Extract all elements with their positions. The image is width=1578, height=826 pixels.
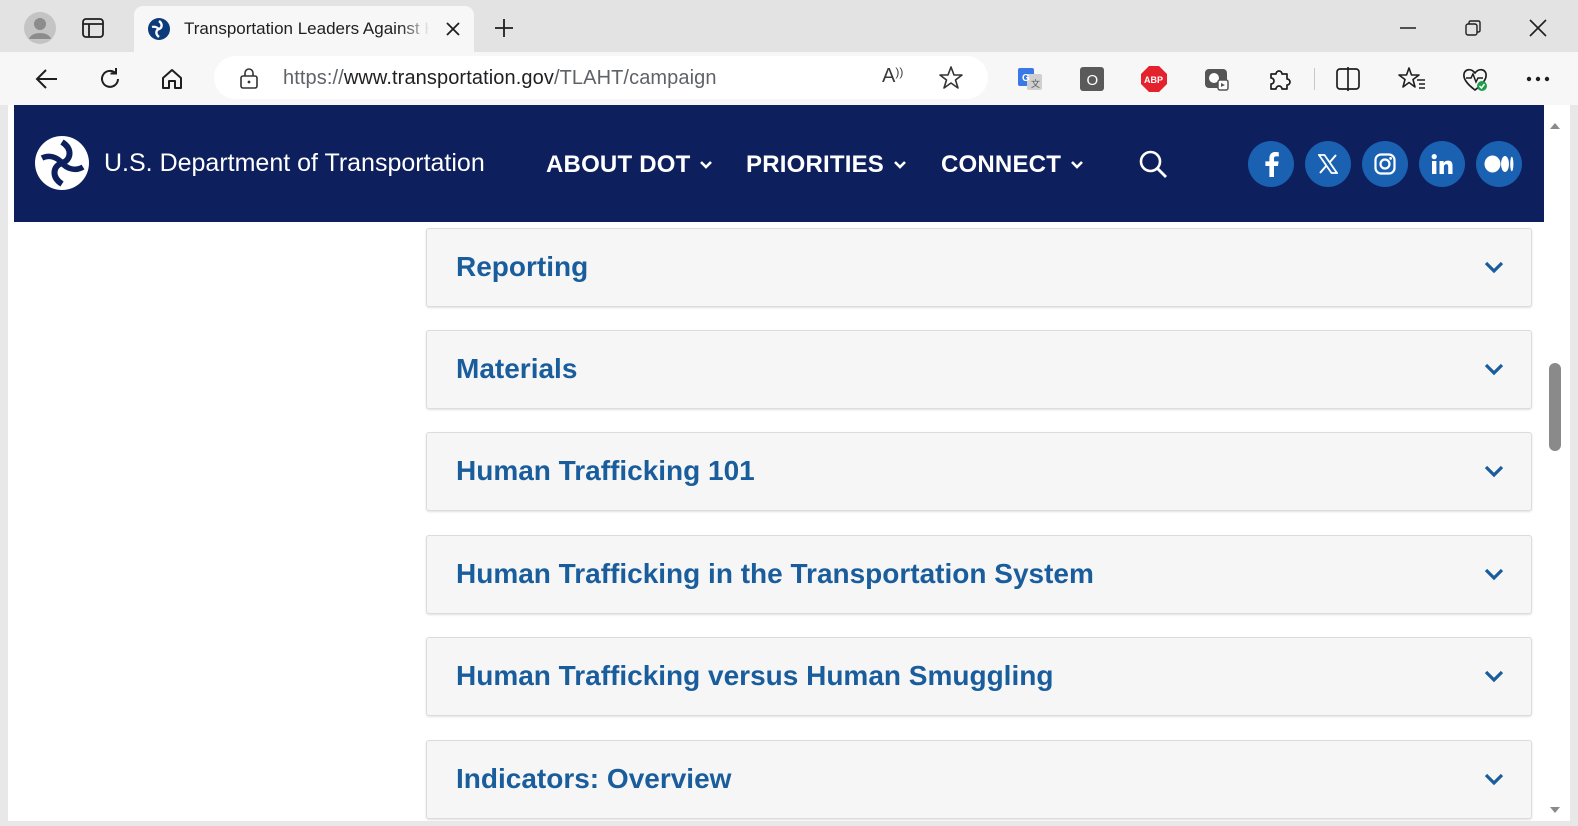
minimize-icon[interactable] bbox=[1390, 10, 1426, 46]
site-info-lock-icon[interactable] bbox=[238, 67, 260, 89]
svg-text:ABP: ABP bbox=[1144, 75, 1163, 85]
chevron-down-icon bbox=[1483, 359, 1505, 381]
tab-actions-icon[interactable] bbox=[76, 12, 110, 44]
browser-tab-bar: Transportation Leaders Against Human Tra… bbox=[0, 0, 1578, 52]
favorites-icon[interactable] bbox=[1398, 65, 1426, 93]
medium-icon[interactable] bbox=[1476, 141, 1522, 187]
browser-essentials-icon[interactable] bbox=[1461, 65, 1489, 93]
favorite-star-icon[interactable] bbox=[938, 65, 966, 91]
window-close-icon[interactable] bbox=[1520, 10, 1556, 46]
chevron-down-icon bbox=[1070, 160, 1084, 170]
adblock-plus-icon[interactable]: ABP bbox=[1140, 65, 1168, 93]
tab-close-icon[interactable] bbox=[440, 16, 466, 42]
outline-extension-icon[interactable]: O bbox=[1078, 65, 1106, 93]
chevron-down-icon bbox=[1483, 461, 1505, 483]
site-name[interactable]: U.S. Department of Transportation bbox=[104, 149, 485, 178]
x-twitter-icon[interactable] bbox=[1305, 141, 1351, 187]
active-tab[interactable]: Transportation Leaders Against Human Tra… bbox=[134, 6, 474, 52]
back-icon[interactable] bbox=[28, 60, 66, 98]
chevron-down-icon bbox=[1483, 564, 1505, 586]
profile-avatar-icon[interactable] bbox=[22, 10, 58, 46]
chevron-down-icon bbox=[1483, 666, 1505, 688]
restore-icon[interactable] bbox=[1455, 10, 1491, 46]
nav-connect[interactable]: CONNECT bbox=[941, 151, 1084, 179]
url-text: https://www.transportation.gov/TLAHT/cam… bbox=[283, 67, 717, 89]
accordion-title: Reporting bbox=[456, 251, 589, 282]
chevron-down-icon bbox=[699, 160, 713, 170]
instagram-icon[interactable] bbox=[1362, 141, 1408, 187]
nav-about-dot[interactable]: ABOUT DOT bbox=[546, 151, 713, 179]
accordion-indicators-overview[interactable]: Indicators: Overview bbox=[426, 740, 1532, 819]
accordion-trafficking-transportation-system[interactable]: Human Trafficking in the Transportation … bbox=[426, 535, 1532, 614]
chevron-down-icon bbox=[893, 160, 907, 170]
toolbar-separator bbox=[1314, 68, 1315, 90]
new-tab-icon[interactable] bbox=[488, 12, 520, 44]
accordion-materials[interactable]: Materials bbox=[426, 330, 1532, 409]
nav-priorities[interactable]: PRIORITIES bbox=[746, 151, 907, 179]
accordion-reporting[interactable]: Reporting bbox=[426, 228, 1532, 307]
accordion-title: Indicators: Overview bbox=[456, 763, 732, 794]
search-icon[interactable] bbox=[1138, 149, 1168, 179]
browser-toolbar: https://www.transportation.gov/TLAHT/cam… bbox=[0, 52, 1578, 105]
split-screen-icon[interactable] bbox=[1334, 65, 1362, 93]
accordion-title: Human Trafficking versus Human Smuggling bbox=[456, 660, 1054, 691]
home-icon[interactable] bbox=[153, 60, 191, 98]
refresh-icon[interactable] bbox=[91, 60, 129, 98]
scroll-up-arrow-icon[interactable] bbox=[1549, 117, 1561, 135]
svg-text:O: O bbox=[1087, 72, 1099, 89]
chevron-down-icon bbox=[1483, 257, 1505, 279]
accordion-title: Materials bbox=[456, 353, 578, 384]
more-menu-icon[interactable] bbox=[1524, 65, 1552, 93]
address-bar[interactable]: https://www.transportation.gov/TLAHT/cam… bbox=[214, 56, 988, 99]
dot-logo-icon[interactable] bbox=[35, 136, 89, 190]
page-viewport: U.S. Department of Transportation ABOUT … bbox=[8, 105, 1570, 821]
facebook-icon[interactable] bbox=[1248, 141, 1294, 187]
svg-text:G: G bbox=[1022, 73, 1030, 84]
accordion-human-trafficking-101[interactable]: Human Trafficking 101 bbox=[426, 432, 1532, 511]
accordion-title: Human Trafficking 101 bbox=[456, 455, 755, 486]
extensions-puzzle-icon[interactable] bbox=[1266, 65, 1294, 93]
scrollbar-thumb[interactable] bbox=[1549, 363, 1561, 451]
google-translate-icon[interactable]: G文 bbox=[1016, 65, 1044, 93]
linkedin-icon[interactable] bbox=[1419, 141, 1465, 187]
accordion-trafficking-vs-smuggling[interactable]: Human Trafficking versus Human Smuggling bbox=[426, 637, 1532, 716]
site-header: U.S. Department of Transportation ABOUT … bbox=[14, 105, 1544, 222]
dot-favicon-icon bbox=[148, 18, 170, 40]
page-scrollbar[interactable] bbox=[1544, 105, 1566, 821]
chevron-down-icon bbox=[1483, 769, 1505, 791]
scroll-down-arrow-icon[interactable] bbox=[1549, 801, 1561, 819]
accordion-title: Human Trafficking in the Transportation … bbox=[456, 558, 1094, 589]
screen-recorder-icon[interactable] bbox=[1203, 65, 1231, 93]
svg-text:文: 文 bbox=[1031, 78, 1040, 89]
tab-title: Transportation Leaders Against Human Tra… bbox=[184, 19, 430, 38]
read-aloud-icon[interactable]: A)) bbox=[882, 65, 910, 91]
